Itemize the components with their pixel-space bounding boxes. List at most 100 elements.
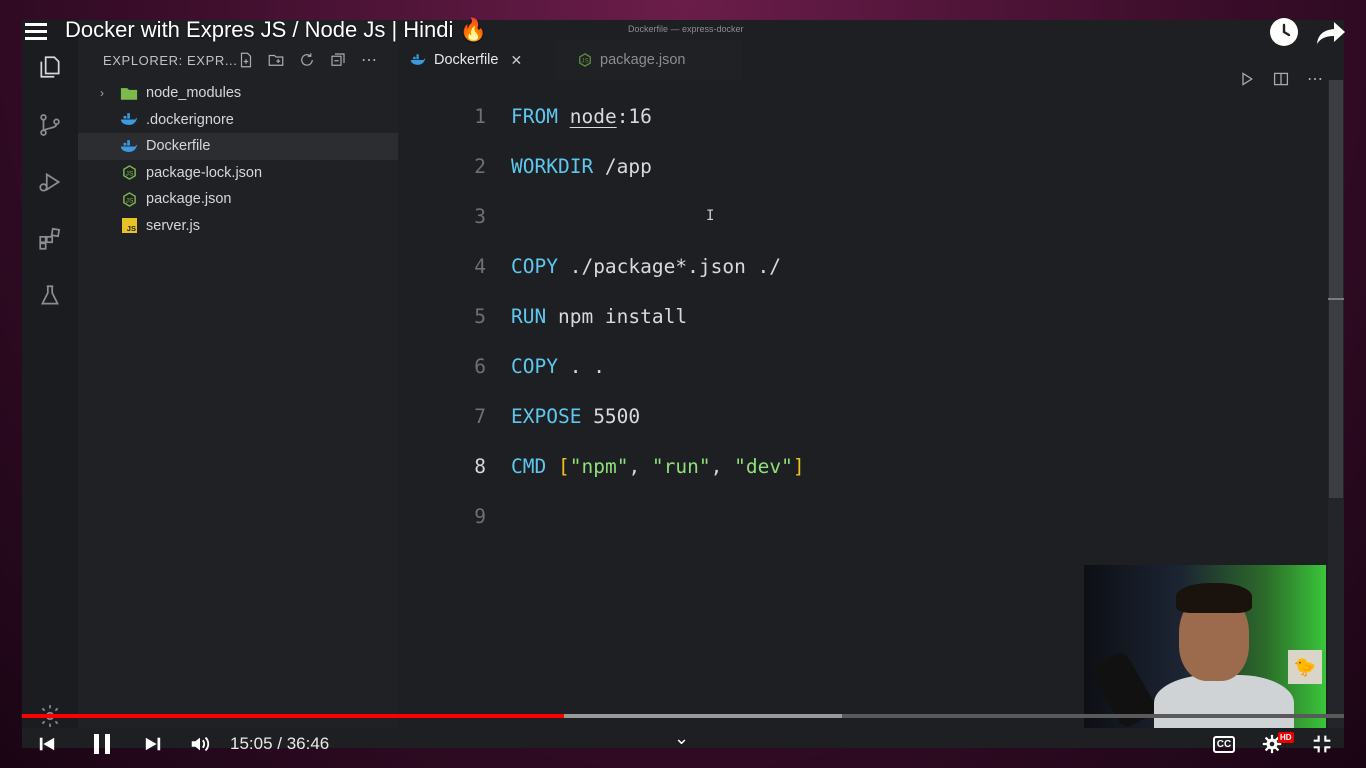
nodejs-icon: JS [120, 191, 138, 207]
explorer-title: EXPLORER: EXPR... [103, 53, 238, 68]
line-content: WORKDIR /app [511, 155, 652, 178]
cc-label: CC [1212, 735, 1236, 753]
line-number: 7 [474, 404, 486, 428]
watch-later-icon[interactable] [1270, 18, 1298, 46]
window-title: Dockerfile — express-docker [628, 24, 744, 34]
svg-text:JS: JS [581, 58, 588, 65]
docker-icon [120, 112, 138, 128]
settings-icon[interactable] [1260, 722, 1284, 766]
text: /app [593, 154, 652, 178]
line-content: EXPOSE 5500 [511, 405, 640, 428]
string: "npm" [569, 454, 629, 478]
presenter-shirt [1154, 675, 1294, 728]
js-icon: JS [120, 218, 138, 234]
line-number: 3 [474, 204, 486, 228]
file-name: Dockerfile [146, 138, 211, 155]
svg-text:JS: JS [125, 171, 133, 178]
docker-icon [120, 138, 138, 154]
extensions-icon[interactable] [36, 225, 64, 253]
hd-badge: HD [1278, 732, 1294, 743]
line-number: 9 [474, 504, 486, 528]
file-name: package-lock.json [146, 164, 263, 181]
scroll-thumb[interactable] [1329, 80, 1343, 498]
volume-icon[interactable] [188, 722, 212, 766]
source-control-icon[interactable] [36, 111, 64, 139]
text: :16 [616, 104, 652, 128]
tab-label: Dockerfile [434, 52, 499, 68]
text: npm install [546, 304, 688, 328]
tree-item-package-json[interactable]: JS package.json [78, 186, 398, 213]
close-icon[interactable]: ✕ [510, 52, 522, 69]
menu-icon[interactable] [25, 23, 47, 41]
progress-bar[interactable] [22, 714, 1344, 718]
image-name: node [569, 104, 617, 128]
more-actions-icon[interactable]: ⋯ [359, 50, 379, 70]
exit-fullscreen-icon[interactable] [1310, 722, 1334, 766]
refresh-icon[interactable] [297, 50, 317, 70]
text: . . [557, 354, 605, 378]
tree-item-package-lock[interactable]: JS package-lock.json [78, 160, 398, 187]
explorer-icon[interactable] [36, 53, 64, 81]
tree-item-server-js[interactable]: JS server.js [78, 213, 398, 240]
webcam-overlay [1084, 565, 1326, 728]
played-bar [22, 714, 565, 718]
video-title[interactable]: Docker with Expres JS / Node Js | Hindi … [65, 17, 487, 43]
tab-package-json[interactable]: JS package.json [556, 40, 742, 80]
line-content: COPY . . [511, 355, 605, 378]
line-number: 2 [474, 154, 486, 178]
testing-icon[interactable] [36, 282, 64, 310]
bracket: [ [557, 454, 570, 478]
file-name: node_modules [146, 85, 242, 102]
line-number: 1 [474, 104, 486, 128]
line-content: COPY ./package*.json ./ [511, 255, 781, 278]
line-content: CMD ["npm", "run", "dev"] [511, 454, 805, 478]
tree-item-node-modules[interactable]: › node_modules [78, 80, 398, 107]
pause-icon[interactable] [90, 722, 114, 766]
string: "run" [651, 454, 711, 478]
keyword: WORKDIR [511, 154, 594, 178]
bracket: ] [792, 454, 805, 478]
time-display: 15:05 / 36:46 [230, 734, 330, 753]
vscode-window: Dockerfile — express-docker EXPLORER: EX… [22, 20, 1344, 748]
nodejs-icon: JS [578, 53, 592, 67]
text: 5500 [581, 404, 641, 428]
tree-item-dockerignore[interactable]: .dockerignore [78, 107, 398, 134]
previous-icon[interactable] [36, 722, 58, 766]
nodejs-icon: JS [120, 165, 138, 181]
line-number: 6 [474, 354, 486, 378]
docker-icon [410, 54, 426, 66]
share-icon[interactable] [1316, 20, 1346, 46]
new-file-icon[interactable] [236, 50, 256, 70]
keyword: EXPOSE [511, 404, 582, 428]
captions-icon[interactable]: CC [1212, 722, 1236, 766]
next-icon[interactable] [142, 722, 164, 766]
presenter-hair [1176, 583, 1252, 613]
line-number: 4 [474, 254, 486, 278]
chevron-right-icon: › [100, 86, 104, 101]
svg-text:JS: JS [126, 224, 135, 233]
keyword: FROM [511, 104, 558, 128]
collapse-all-icon[interactable] [328, 50, 348, 70]
folder-icon [120, 85, 138, 101]
new-folder-icon[interactable] [266, 50, 286, 70]
activity-bar [22, 20, 78, 728]
scroll-marker [1328, 298, 1344, 300]
keyword: CMD [511, 454, 547, 478]
explorer-sidebar: EXPLORER: EXPR... ⋯ › node_modules .dock… [78, 20, 398, 728]
player-controls: 15:05 / 36:46 ⌄ CC HD [22, 722, 1344, 766]
line-content: RUN npm install [511, 305, 687, 328]
tree-item-dockerfile[interactable]: Dockerfile [78, 133, 398, 160]
tab-dockerfile[interactable]: Dockerfile ✕ [398, 40, 556, 80]
chevron-down-icon[interactable]: ⌄ [674, 728, 689, 749]
string: "dev" [734, 454, 793, 478]
svg-text:JS: JS [125, 197, 133, 204]
keyword: COPY [511, 354, 558, 378]
editor-scrollbar[interactable] [1328, 80, 1344, 728]
file-tree: › node_modules .dockerignore Dockerfile [78, 80, 398, 239]
line-content: FROM node:16 [511, 105, 652, 128]
file-name: .dockerignore [146, 111, 234, 128]
file-name: server.js [146, 217, 200, 234]
text-cursor-icon: I [706, 208, 715, 224]
line-number: 8 [474, 454, 486, 478]
run-debug-icon[interactable] [36, 168, 64, 196]
